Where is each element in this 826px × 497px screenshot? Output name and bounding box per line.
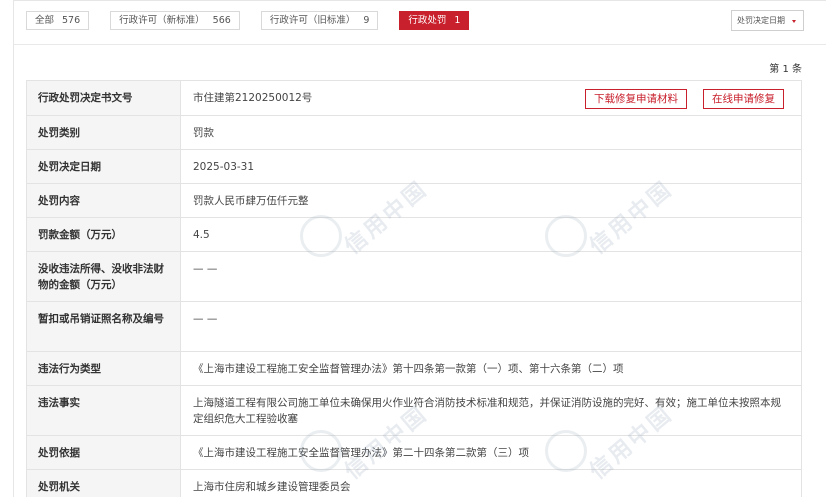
row-label: 处罚依据	[26, 435, 181, 470]
tab-penalty-count: 1	[454, 15, 461, 26]
table-row: 处罚决定日期 2025-03-31	[26, 149, 802, 184]
table-row: 罚款金额（万元） 4.5	[26, 217, 802, 252]
row-label: 没收违法所得、没收非法财物的金额（万元）	[26, 251, 181, 302]
row-value: — —	[180, 301, 802, 352]
table-row: 暂扣或吊销证照名称及编号 — —	[26, 301, 802, 352]
tab-license-old[interactable]: 行政许可（旧标准） 9	[260, 11, 379, 30]
row-value: 罚款人民币肆万伍仟元整	[180, 183, 802, 218]
table-row: 处罚依据 《上海市建设工程施工安全监督管理办法》第二十四条第二款第（三）项	[26, 435, 802, 470]
row-value: 4.5	[180, 217, 802, 252]
row-label: 处罚决定日期	[26, 149, 181, 184]
row-label: 违法事实	[26, 385, 181, 436]
row-label: 处罚机关	[26, 469, 181, 497]
decision-number: 市住建第2120250012号	[193, 92, 313, 104]
tab-penalty-label: 行政处罚	[408, 15, 447, 26]
sort-select[interactable]: 处罚决定日期	[731, 10, 804, 31]
chevron-down-icon	[792, 20, 796, 23]
row-label: 罚款金额（万元）	[26, 217, 181, 252]
row-value: 《上海市建设工程施工安全监督管理办法》第十四条第一款第（一）项、第十六条第（二）…	[180, 351, 802, 386]
row-value: 上海隧道工程有限公司施工单位未确保用火作业符合消防技术标准和规范，并保证消防设施…	[180, 385, 802, 436]
table-row: 处罚机关 上海市住房和城乡建设管理委员会	[26, 469, 802, 497]
download-repair-materials-button[interactable]: 下载修复申请材料	[585, 89, 687, 109]
table-row: 违法行为类型 《上海市建设工程施工安全监督管理办法》第十四条第一款第（一）项、第…	[26, 351, 802, 386]
table-row: 处罚内容 罚款人民币肆万伍仟元整	[26, 183, 802, 218]
row-label: 暂扣或吊销证照名称及编号	[26, 301, 181, 352]
tab-penalty[interactable]: 行政处罚 1	[399, 11, 470, 30]
table-row: 没收违法所得、没收非法财物的金额（万元） — —	[26, 251, 802, 302]
row-label: 违法行为类型	[26, 351, 181, 386]
divider	[14, 44, 826, 45]
row-value: 2025-03-31	[180, 149, 802, 184]
tab-all-count: 576	[62, 15, 81, 26]
tab-license-new[interactable]: 行政许可（新标准） 566	[110, 11, 240, 30]
row-label: 行政处罚决定书文号	[26, 80, 181, 116]
sort-select-label: 处罚决定日期	[737, 16, 785, 25]
category-tabs: 全部 576 行政许可（新标准） 566 行政许可（旧标准） 9 行政处罚 1	[26, 11, 490, 30]
row-value: 上海市住房和城乡建设管理委员会	[180, 469, 802, 497]
penalty-detail-table: 行政处罚决定书文号 市住建第2120250012号 下载修复申请材料 在线申请修…	[26, 80, 802, 497]
row-label: 处罚类别	[26, 115, 181, 150]
record-counter: 第 1 条	[769, 64, 802, 75]
tab-license-old-count: 9	[363, 15, 370, 26]
online-repair-application-button[interactable]: 在线申请修复	[703, 89, 784, 109]
row-value: 罚款	[180, 115, 802, 150]
row-value: 《上海市建设工程施工安全监督管理办法》第二十四条第二款第（三）项	[180, 435, 802, 470]
tab-license-new-count: 566	[212, 15, 231, 26]
table-row: 处罚类别 罚款	[26, 115, 802, 150]
row-value: — —	[180, 251, 802, 302]
table-row: 行政处罚决定书文号 市住建第2120250012号 下载修复申请材料 在线申请修…	[26, 80, 802, 116]
row-value-cell: 市住建第2120250012号 下载修复申请材料 在线申请修复	[180, 80, 802, 116]
tab-all-label: 全部	[35, 15, 55, 26]
tab-license-old-label: 行政许可（旧标准）	[269, 15, 356, 26]
table-row: 违法事实 上海隧道工程有限公司施工单位未确保用火作业符合消防技术标准和规范，并保…	[26, 385, 802, 436]
row-label: 处罚内容	[26, 183, 181, 218]
tab-all[interactable]: 全部 576	[26, 11, 90, 30]
tab-license-new-label: 行政许可（新标准）	[119, 15, 205, 26]
